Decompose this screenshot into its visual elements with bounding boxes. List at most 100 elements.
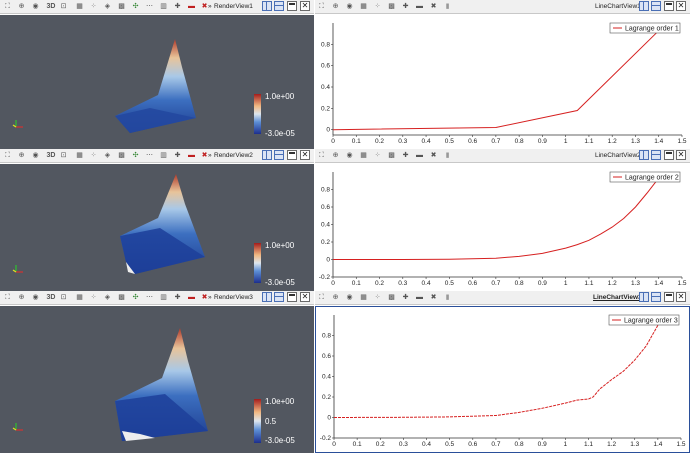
render-view[interactable]: 1.0e+00 -3.0e-05 xyxy=(0,164,314,291)
chart-zoom-icon[interactable]: ⊕ xyxy=(331,151,340,160)
select-cells-icon[interactable]: ▦ xyxy=(75,151,84,160)
chart-select-icon[interactable]: ▦ xyxy=(359,151,368,160)
chart-capture-icon[interactable]: ◉ xyxy=(345,293,354,302)
hover-points-icon[interactable]: ⋯ xyxy=(145,293,154,302)
chart-reset-icon[interactable]: ⛶ xyxy=(317,293,326,302)
select-frustum-icon[interactable]: ◈ xyxy=(103,293,112,302)
split-vertical-button[interactable] xyxy=(274,150,284,160)
shrink-selection-icon[interactable]: ▬ xyxy=(187,2,196,11)
chart-select-points-icon[interactable]: ⁘ xyxy=(373,2,382,11)
chart-shrink-icon[interactable]: ▬ xyxy=(415,293,424,302)
view-menu-prefix[interactable]: » xyxy=(208,151,212,160)
chart-zoom-icon[interactable]: ⊕ xyxy=(331,293,340,302)
select-frustum-icon[interactable]: ◈ xyxy=(103,2,112,11)
close-view-button[interactable]: ✕ xyxy=(676,1,686,11)
chart-capture-icon[interactable]: ◉ xyxy=(345,151,354,160)
close-view-button[interactable]: ✕ xyxy=(676,292,686,302)
chart-options-icon[interactable]: ▩ xyxy=(387,2,396,11)
chart-reset-icon[interactable]: ⛶ xyxy=(317,151,326,160)
shrink-selection-icon[interactable]: ▬ xyxy=(187,151,196,160)
chart-grow-icon[interactable]: ✚ xyxy=(401,293,410,302)
toggle-3d-icon[interactable]: 3D xyxy=(45,293,57,302)
line-chart[interactable]: 0 0.1 0.2 0.3 0.4 0.5 0.6 0.7 0.8 0.9 1 1.1 1.2 1.3 1.… xyxy=(315,164,690,291)
chart-capture-icon[interactable]: ◉ xyxy=(345,2,354,11)
render-canvas[interactable]: 1.0e+00 -3.0e-05 xyxy=(0,15,314,149)
interactive-select-icon[interactable]: ✣ xyxy=(131,151,140,160)
chart-grow-icon[interactable]: ✚ xyxy=(401,151,410,160)
zoom-data-icon[interactable]: ⊕ xyxy=(17,293,26,302)
chart-delete-icon[interactable]: ▮ xyxy=(443,2,452,11)
chart-options-icon[interactable]: ▩ xyxy=(387,293,396,302)
chart-select-icon[interactable]: ▦ xyxy=(359,2,368,11)
split-horizontal-button[interactable] xyxy=(262,292,272,302)
grow-selection-icon[interactable]: ✚ xyxy=(173,151,182,160)
render-view-title[interactable]: RenderView2 xyxy=(214,151,253,160)
line-chart-view[interactable]: 0 0.1 0.2 0.3 0.4 0.5 0.6 0.7 0.8 0.9 1 1.1 1.2 1.3 1.… xyxy=(315,164,690,291)
close-view-button[interactable]: ✕ xyxy=(300,150,310,160)
chart-shrink-icon[interactable]: ▬ xyxy=(415,2,424,11)
select-points-icon[interactable]: ⁘ xyxy=(89,293,98,302)
camera-capture-icon[interactable]: ◉ xyxy=(31,151,40,160)
chart-view-title-active[interactable]: LineChartView3 xyxy=(593,293,642,302)
close-view-button[interactable]: ✕ xyxy=(676,150,686,160)
line-chart[interactable]: 0 0.1 0.2 0.3 0.4 0.5 0.6 0.7 0.8 0.9 1 1.1 1.2 1.3 1.… xyxy=(315,15,690,149)
reset-camera-icon[interactable]: ⛶ xyxy=(3,2,12,11)
chart-view-title[interactable]: LineChartView1 xyxy=(595,2,641,11)
select-block-icon[interactable]: ▩ xyxy=(117,293,126,302)
select-points-icon[interactable]: ⁘ xyxy=(89,151,98,160)
select-block-icon[interactable]: ▩ xyxy=(117,151,126,160)
zoom-data-icon[interactable]: ⊕ xyxy=(17,2,26,11)
reset-camera-icon[interactable]: ⛶ xyxy=(3,293,12,302)
maximize-button[interactable] xyxy=(664,1,674,11)
split-horizontal-button[interactable] xyxy=(262,150,272,160)
maximize-button[interactable] xyxy=(664,150,674,160)
view-menu-prefix[interactable]: » xyxy=(208,293,212,302)
chart-view-title[interactable]: LineChartView2 xyxy=(595,151,641,160)
render-canvas[interactable]: 1.0e+00 -3.0e-05 xyxy=(0,164,314,291)
toggle-3d-icon[interactable]: 3D xyxy=(45,151,57,160)
split-vertical-button[interactable] xyxy=(274,292,284,302)
maximize-button[interactable] xyxy=(287,150,297,160)
select-frustum-icon[interactable]: ◈ xyxy=(103,151,112,160)
chart-shrink-icon[interactable]: ▬ xyxy=(415,151,424,160)
hover-points-icon[interactable]: ⋯ xyxy=(145,151,154,160)
chart-delete-icon[interactable]: ▮ xyxy=(443,151,452,160)
split-horizontal-button[interactable] xyxy=(639,150,649,160)
hover-cells-icon[interactable]: ▥ xyxy=(159,293,168,302)
maximize-button[interactable] xyxy=(287,1,297,11)
view-menu-prefix[interactable]: » xyxy=(208,2,212,11)
select-cells-icon[interactable]: ▦ xyxy=(75,293,84,302)
zoom-to-box-icon[interactable]: ⊡ xyxy=(59,2,68,11)
select-block-icon[interactable]: ▩ xyxy=(117,2,126,11)
chart-zoom-icon[interactable]: ⊕ xyxy=(331,2,340,11)
render-view-title[interactable]: RenderView3 xyxy=(214,293,253,302)
render-view[interactable]: 1.0e+00 -3.0e-05 xyxy=(0,15,314,149)
select-cells-icon[interactable]: ▦ xyxy=(75,2,84,11)
chart-clear-icon[interactable]: ✖ xyxy=(429,2,438,11)
hover-cells-icon[interactable]: ▥ xyxy=(159,151,168,160)
camera-capture-icon[interactable]: ◉ xyxy=(31,2,40,11)
shrink-selection-icon[interactable]: ▬ xyxy=(187,293,196,302)
chart-delete-icon[interactable]: ▮ xyxy=(443,293,452,302)
zoom-to-box-icon[interactable]: ⊡ xyxy=(59,293,68,302)
hover-cells-icon[interactable]: ▥ xyxy=(159,2,168,11)
interactive-select-icon[interactable]: ✣ xyxy=(131,293,140,302)
line-chart-view-active[interactable]: 0 0.1 0.2 0.3 0.4 0.5 0.6 0.7 0.8 0.9 1 1.1 1.2 1.3 1.… xyxy=(315,306,690,453)
zoom-to-box-icon[interactable]: ⊡ xyxy=(59,151,68,160)
hover-points-icon[interactable]: ⋯ xyxy=(145,2,154,11)
split-horizontal-button[interactable] xyxy=(639,292,649,302)
maximize-button[interactable] xyxy=(287,292,297,302)
grow-selection-icon[interactable]: ✚ xyxy=(173,293,182,302)
split-vertical-button[interactable] xyxy=(651,292,661,302)
close-view-button[interactable]: ✕ xyxy=(300,1,310,11)
close-view-button[interactable]: ✕ xyxy=(300,292,310,302)
chart-select-icon[interactable]: ▦ xyxy=(359,293,368,302)
grow-selection-icon[interactable]: ✚ xyxy=(173,2,182,11)
camera-capture-icon[interactable]: ◉ xyxy=(31,293,40,302)
split-vertical-button[interactable] xyxy=(274,1,284,11)
chart-options-icon[interactable]: ▩ xyxy=(387,151,396,160)
reset-camera-icon[interactable]: ⛶ xyxy=(3,151,12,160)
chart-reset-icon[interactable]: ⛶ xyxy=(317,2,326,11)
line-chart[interactable]: 0 0.1 0.2 0.3 0.4 0.5 0.6 0.7 0.8 0.9 1 1.1 1.2 1.3 1.… xyxy=(316,307,689,452)
split-horizontal-button[interactable] xyxy=(639,1,649,11)
